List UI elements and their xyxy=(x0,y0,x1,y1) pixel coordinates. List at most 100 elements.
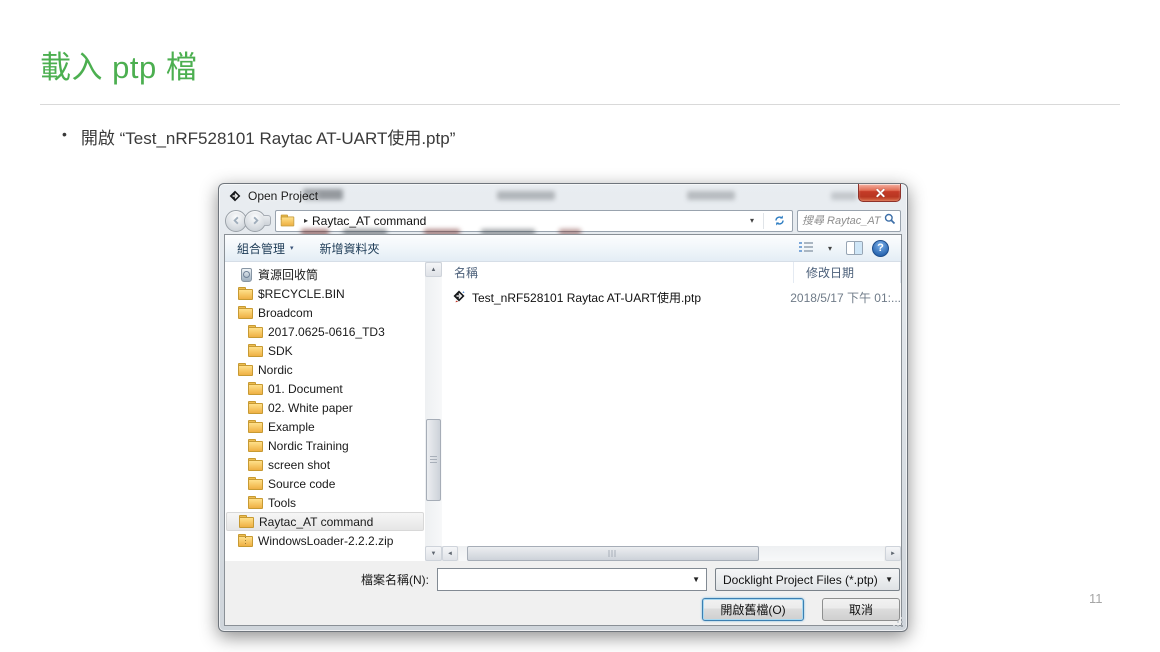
scroll-down-icon[interactable]: ▼ xyxy=(425,546,442,561)
new-folder-label: 新增資料夾 xyxy=(320,240,380,257)
address-dropdown-icon[interactable]: ▾ xyxy=(745,216,759,225)
folder-icon xyxy=(238,287,253,300)
back-arrow-icon xyxy=(231,215,242,226)
folder-icon xyxy=(238,363,253,376)
open-button[interactable]: 開啟舊檔(O) xyxy=(702,598,804,621)
page-number: 11 xyxy=(1089,591,1103,606)
explorer-main: 資源回收筒 $RECYCLE.BIN Broadcom 2017.0625-06… xyxy=(225,262,901,561)
hscrollbar-track[interactable] xyxy=(459,546,884,561)
resize-grip[interactable] xyxy=(894,618,904,628)
folder-icon xyxy=(281,215,295,227)
bullet-marker: • xyxy=(62,126,67,142)
ptp-file-icon xyxy=(452,289,466,306)
scroll-left-icon[interactable]: ◄ xyxy=(442,546,458,561)
scroll-up-icon[interactable]: ▲ xyxy=(425,262,442,277)
page-title: 載入 ptp 檔 xyxy=(40,42,197,87)
tree-item-2017-td3[interactable]: 2017.0625-0616_TD3 xyxy=(226,322,424,341)
new-folder-button[interactable]: 新增資料夾 xyxy=(320,240,380,257)
tree-item-windowsloader-zip[interactable]: WindowsLoader-2.2.2.zip xyxy=(226,531,424,550)
search-box[interactable] xyxy=(797,210,901,232)
filename-input[interactable] xyxy=(438,573,686,587)
folder-icon xyxy=(238,306,253,319)
close-icon xyxy=(874,187,885,198)
scroll-right-icon[interactable]: ► xyxy=(885,546,901,561)
tree-item-recycle-bin[interactable]: 資源回收筒 xyxy=(226,265,424,284)
tree-item-nordic-training[interactable]: Nordic Training xyxy=(226,436,424,455)
button-row: 開啟舊檔(O) 取消 xyxy=(227,598,900,621)
tree-item-tools[interactable]: Tools xyxy=(226,493,424,512)
file-name: Test_nRF528101 Raytac AT-UART使用.ptp xyxy=(472,289,701,306)
tree-scrollbar[interactable]: ▲ ▼ xyxy=(425,262,442,561)
folder-icon xyxy=(248,325,263,338)
organize-menu-button[interactable]: 組合管理 ▾ xyxy=(237,240,294,257)
tree-item-02-white-paper[interactable]: 02. White paper xyxy=(226,398,424,417)
nav-dropdown-tail[interactable] xyxy=(264,215,271,226)
folder-icon xyxy=(248,477,263,490)
file-list-hscrollbar[interactable]: ◄ ► xyxy=(442,546,901,561)
tree-scrollbar-track[interactable] xyxy=(425,277,442,546)
refresh-button[interactable] xyxy=(768,214,790,227)
tree-item-raytac-at-command[interactable]: Raytac_AT command xyxy=(226,512,424,531)
tree-item-example[interactable]: Example xyxy=(226,417,424,436)
title-divider xyxy=(40,104,1120,105)
search-icon xyxy=(884,213,896,228)
filetype-dropdown-icon[interactable]: ▼ xyxy=(879,575,899,584)
views-dropdown-icon[interactable]: ▾ xyxy=(823,244,837,253)
filename-label: 檔案名稱(N): xyxy=(227,571,437,588)
breadcrumb-location[interactable]: Raytac_AT command xyxy=(312,214,426,228)
folder-icon xyxy=(248,458,263,471)
hscrollbar-thumb[interactable] xyxy=(467,546,759,561)
tree-item-sdk[interactable]: SDK xyxy=(226,341,424,360)
forward-arrow-icon xyxy=(250,215,261,226)
folder-icon xyxy=(248,496,263,509)
folder-icon xyxy=(248,420,263,433)
filename-row: 檔案名稱(N): ▼ Docklight Project Files (*.pt… xyxy=(227,568,900,591)
filetype-combobox[interactable]: Docklight Project Files (*.ptp) ▼ xyxy=(715,568,900,591)
dialog-titlebar[interactable]: Open Project xyxy=(219,184,907,207)
column-header-name[interactable]: 名稱 xyxy=(442,262,794,283)
folder-icon xyxy=(248,344,263,357)
file-row[interactable]: Test_nRF528101 Raytac AT-UART使用.ptp 2018… xyxy=(442,287,901,308)
file-list-empty-area xyxy=(442,308,901,546)
bullet-text: 開啟 “Test_nRF528101 Raytac AT-UART使用.ptp” xyxy=(81,124,455,149)
tree-item-broadcom[interactable]: Broadcom xyxy=(226,303,424,322)
dialog-footer: 檔案名稱(N): ▼ Docklight Project Files (*.pt… xyxy=(225,561,901,625)
tree-item-nordic[interactable]: Nordic xyxy=(226,360,424,379)
tree-item-screen-shot[interactable]: screen shot xyxy=(226,455,424,474)
filename-dropdown-icon[interactable]: ▼ xyxy=(686,575,706,584)
tree-item-source-code[interactable]: Source code xyxy=(226,474,424,493)
filename-combobox[interactable]: ▼ xyxy=(437,568,707,591)
preview-pane-button[interactable] xyxy=(846,241,863,255)
refresh-icon xyxy=(773,214,786,227)
open-project-dialog: Open Project ▸ Raytac_AT command ▾ xyxy=(218,183,908,632)
folder-icon xyxy=(248,401,263,414)
tree-item-01-document[interactable]: 01. Document xyxy=(226,379,424,398)
folder-icon xyxy=(248,382,263,395)
command-toolbar: 組合管理 ▾ 新增資料夾 ▾ ? xyxy=(225,235,901,262)
help-button[interactable]: ? xyxy=(872,240,889,257)
dialog-title: Open Project xyxy=(248,189,318,203)
bullet-line: • 開啟 “Test_nRF528101 Raytac AT-UART使用.pt… xyxy=(62,124,455,149)
file-list-pane: 名稱 修改日期 xyxy=(442,262,901,561)
file-date: 2018/5/17 下午 01:... xyxy=(778,289,901,306)
folder-icon xyxy=(239,515,254,528)
tree-item-recycle-bin-folder[interactable]: $RECYCLE.BIN xyxy=(226,284,424,303)
forward-button[interactable] xyxy=(244,210,266,232)
close-button[interactable] xyxy=(858,184,901,202)
column-header-date[interactable]: 修改日期 xyxy=(794,262,901,283)
nav-buttons xyxy=(225,210,271,232)
views-button[interactable] xyxy=(798,241,814,256)
folder-tree: 資源回收筒 $RECYCLE.BIN Broadcom 2017.0625-06… xyxy=(225,262,425,561)
cancel-button[interactable]: 取消 xyxy=(822,598,900,621)
chevron-down-icon: ▾ xyxy=(290,244,294,252)
dialog-client-area: 組合管理 ▾ 新增資料夾 ▾ ? xyxy=(224,234,902,626)
zip-folder-icon xyxy=(238,534,253,547)
docklight-app-icon xyxy=(228,189,242,203)
recycle-bin-icon xyxy=(238,268,253,281)
tree-scrollbar-thumb[interactable] xyxy=(426,419,441,501)
breadcrumb-arrow-icon: ▸ xyxy=(304,216,308,225)
filetype-value: Docklight Project Files (*.ptp) xyxy=(723,573,879,587)
file-name-cell: Test_nRF528101 Raytac AT-UART使用.ptp xyxy=(442,289,778,306)
organize-label: 組合管理 xyxy=(237,240,285,257)
search-input[interactable] xyxy=(802,215,884,227)
